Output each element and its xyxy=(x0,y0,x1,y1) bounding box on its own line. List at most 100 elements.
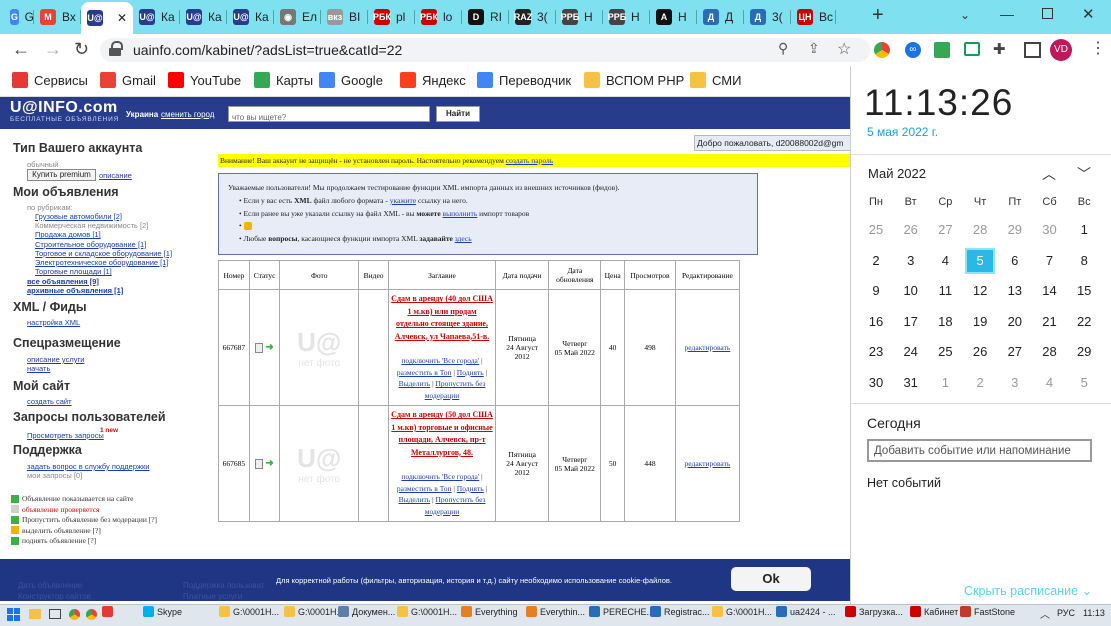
month-title[interactable]: Май 2022 xyxy=(868,166,926,181)
extension-chrome-icon[interactable] xyxy=(874,42,890,58)
calendar-day[interactable]: 2 xyxy=(965,375,995,390)
prev-month-icon[interactable]: ︿ xyxy=(1042,164,1056,184)
taskbar-chrome-icon-2[interactable] xyxy=(86,609,97,620)
calendar-day[interactable]: 26 xyxy=(896,222,926,237)
browser-tab[interactable]: GG xyxy=(4,4,34,30)
close-tab-icon[interactable]: ✕ xyxy=(117,11,127,25)
calendar-day[interactable]: 26 xyxy=(965,344,995,359)
rubric-link[interactable]: Строительное оборудование [1] xyxy=(35,240,146,249)
calendar-day[interactable]: 10 xyxy=(896,283,926,298)
chevron-down-icon[interactable]: ⌄ xyxy=(960,8,970,22)
taskbar-app[interactable]: G:\0001Н... xyxy=(284,606,344,617)
taskbar-clock[interactable]: 11:13 xyxy=(1083,608,1105,618)
taskbar-app[interactable]: FastStone xyxy=(960,606,1015,617)
calendar-day[interactable]: 31 xyxy=(896,375,926,390)
zoom-icon[interactable]: ⚲ xyxy=(778,40,788,57)
create-password-link[interactable]: создать пароль xyxy=(506,156,553,165)
extension-infinity-icon[interactable]: ∞ xyxy=(905,42,921,58)
search-input[interactable]: что вы ищете? xyxy=(228,106,430,122)
skip-moderation-link[interactable]: Пропустить без модерации xyxy=(425,495,486,516)
execute-link[interactable]: выполнить xyxy=(443,209,478,218)
bookmark-item[interactable]: СМИ xyxy=(690,72,741,88)
ad-title-link[interactable]: Сдам в аренду (40 дол США 1 м.кв) или пр… xyxy=(391,293,493,343)
rubric-link[interactable]: Продажа домов [1] xyxy=(35,230,101,239)
calendar-day[interactable]: 16 xyxy=(861,314,891,329)
back-icon[interactable]: ← xyxy=(12,39,30,60)
menu-dots-icon[interactable]: ⋮ xyxy=(1090,38,1106,58)
calendar-day-today[interactable]: 5 xyxy=(965,247,996,274)
calendar-day[interactable]: 24 xyxy=(896,344,926,359)
minimize-button[interactable]: — xyxy=(1000,6,1014,22)
arrow-right-icon[interactable]: ➜ xyxy=(265,342,273,353)
highlight-link[interactable]: Выделить xyxy=(399,495,431,504)
taskbar-app[interactable] xyxy=(102,606,116,617)
change-city-link[interactable]: сменить город xyxy=(161,110,214,119)
footer-link-4[interactable]: Платные услуги xyxy=(183,592,242,601)
taskbar-app[interactable]: ua2424 - ... xyxy=(776,606,836,617)
taskbar-app[interactable]: Everything xyxy=(461,606,518,617)
calendar-day[interactable]: 18 xyxy=(930,314,960,329)
browser-tab[interactable]: U@ ✕ xyxy=(81,2,133,34)
calendar-day[interactable]: 4 xyxy=(930,253,960,268)
view-requests-link[interactable]: Просмотреть запросы xyxy=(27,431,104,440)
bookmark-item[interactable]: Gmail xyxy=(100,72,156,88)
bookmark-item[interactable]: Переводчик xyxy=(477,72,571,88)
forward-icon[interactable]: → xyxy=(44,39,62,60)
ad-photo[interactable]: U@ нет фото xyxy=(279,289,360,406)
browser-tab[interactable]: U@ Ка xyxy=(180,4,227,30)
share-icon[interactable]: ⇪ xyxy=(808,40,820,57)
taskbar-app[interactable]: Everythin... xyxy=(526,606,585,617)
browser-tab[interactable]: РРБ Н xyxy=(556,4,603,30)
calendar-day[interactable]: 21 xyxy=(1035,314,1065,329)
all-ads-link[interactable]: все объявления [9] xyxy=(27,277,99,286)
footer-link-2[interactable]: Конструктор сайтов xyxy=(18,592,91,601)
calendar-day[interactable]: 28 xyxy=(965,222,995,237)
calendar-day[interactable]: 12 xyxy=(965,283,995,298)
close-window-button[interactable]: ✕ xyxy=(1082,5,1095,23)
bookmark-item[interactable]: Карты xyxy=(254,72,313,88)
premium-description-link[interactable]: описание xyxy=(99,171,132,180)
calendar-day[interactable]: 8 xyxy=(1069,253,1099,268)
calendar-day[interactable]: 23 xyxy=(861,344,891,359)
taskbar-app[interactable]: G:\0001Н... xyxy=(712,606,772,617)
bookmark-item[interactable]: ВСПОМ PHP xyxy=(584,72,684,88)
ad-photo[interactable]: U@ нет фото xyxy=(279,405,360,522)
taskbar-folder-icon[interactable] xyxy=(29,609,41,619)
calendar-day[interactable]: 30 xyxy=(861,375,891,390)
rubric-link[interactable]: Коммерческая недвижимость [2] xyxy=(35,221,148,230)
browser-tab[interactable]: РРБ Н xyxy=(603,4,650,30)
site-logo[interactable]: U@INFO.com БЕСПЛАТНЫЕ ОБЪЯВЛЕНИЯ xyxy=(10,99,119,123)
raise-link[interactable]: Поднять xyxy=(457,368,484,377)
my-requests-link[interactable]: мои запросы [0] xyxy=(27,471,82,480)
edit-link[interactable]: редактировать xyxy=(685,343,731,352)
calendar-day[interactable]: 4 xyxy=(1035,375,1065,390)
calendar-day[interactable]: 22 xyxy=(1069,314,1099,329)
connect-all-cities-link[interactable]: подключить 'Все города' xyxy=(401,356,479,365)
rubric-link[interactable]: Торговое и складское оборудование [1] xyxy=(35,249,172,258)
tray-chevron-icon[interactable]: ︿ xyxy=(1040,606,1050,621)
calendar-day[interactable]: 20 xyxy=(1000,314,1030,329)
ask-support-link[interactable]: задать вопрос в службу поддержки xyxy=(27,462,149,471)
calendar-day[interactable]: 6 xyxy=(1000,253,1030,268)
rubric-link[interactable]: Электротехническое оборудование [1] xyxy=(35,258,169,267)
calendar-day[interactable]: 13 xyxy=(1000,283,1030,298)
language-indicator[interactable]: РУС xyxy=(1057,608,1075,618)
bookmark-item[interactable]: Яндекс xyxy=(400,72,466,88)
restore-button[interactable] xyxy=(1042,8,1053,19)
browser-tab[interactable]: вкз ВІ xyxy=(321,4,368,30)
url-text[interactable]: uainfo.com/kabinet/?adsList=true&catId=2… xyxy=(133,42,402,58)
service-description-link[interactable]: описание услуги xyxy=(27,355,84,364)
windows-start-icon[interactable] xyxy=(7,608,20,621)
taskbar-app[interactable]: Докумен... xyxy=(338,606,395,617)
event-input[interactable]: Добавить событие или напоминание xyxy=(867,439,1092,462)
reload-icon[interactable]: ↻ xyxy=(74,39,89,60)
browser-tab[interactable]: RAZ 3( xyxy=(509,4,556,30)
taskbar-app[interactable]: G:\0001Н... xyxy=(219,606,279,617)
xml-settings-link[interactable]: настройка XML xyxy=(27,318,80,327)
browser-tab[interactable]: Д 3( xyxy=(744,4,791,30)
place-top-link[interactable]: разместить в Топ xyxy=(397,484,452,493)
calendar-day[interactable]: 3 xyxy=(896,253,926,268)
star-icon[interactable]: ☆ xyxy=(837,39,851,59)
place-top-link[interactable]: разместить в Топ xyxy=(397,368,452,377)
clock-date[interactable]: 5 мая 2022 г. xyxy=(867,125,938,139)
